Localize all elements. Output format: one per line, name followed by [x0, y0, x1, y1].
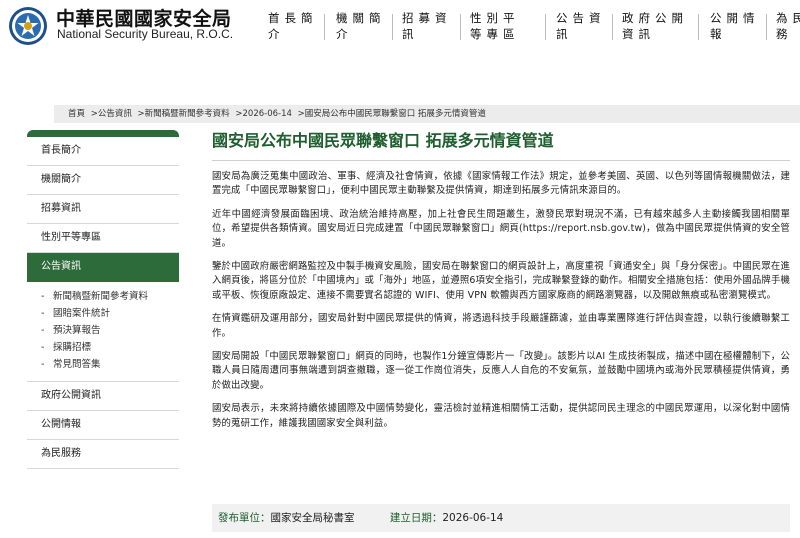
site-subtitle: National Security Bureau, R.O.C. [57, 27, 234, 41]
sidebar-subitem-label: 新聞稿暨新聞參考資料 [53, 291, 149, 302]
date-value: 2026-06-14 [442, 512, 504, 524]
sidebar-subitem-label: 國賠案件統計 [53, 308, 111, 319]
breadcrumb-home[interactable]: 首頁 [68, 109, 85, 119]
date-label: 建立日期： [389, 512, 443, 524]
nav-divider [766, 14, 767, 40]
sidebar-item-government-info[interactable]: 政府公開資訊 [27, 382, 179, 411]
nav-divider [545, 14, 546, 40]
sidebar-submenu: - 新聞稿暨新聞參考資料 - 國賠案件統計 - 預決算報告 - 採購招標 - 常… [27, 282, 179, 382]
sidebar-item-director[interactable]: 首長簡介 [27, 137, 179, 166]
breadcrumb-announcements[interactable]: >公告資訊 [91, 109, 132, 119]
sidebar-item-gender-equality[interactable]: 性別平等專區 [27, 224, 179, 253]
sidebar-subitem-label: 預決算報告 [53, 325, 101, 336]
sidebar-subitem-faq[interactable]: - 常見問答集 [41, 358, 179, 372]
article-paragraph: 國安局為廣泛蒐集中國政治、軍事、經濟及社會情資，依據《國家情報工作法》規定，並參… [212, 171, 790, 197]
sidebar: 首長簡介 機關簡介 招募資訊 性別平等專區 公告資訊 - 新聞稿暨新聞參考資料 … [27, 130, 179, 469]
nav-agency[interactable]: 機關簡介 [336, 10, 396, 42]
breadcrumb-press-releases[interactable]: >新聞稿暨新聞參考資料 [138, 109, 230, 119]
nav-divider [324, 14, 325, 40]
nav-public-intelligence[interactable]: 公開情報 [710, 10, 770, 42]
article-meta: 發布單位：國家安全局秘書室 建立日期：2026-06-14 [212, 504, 790, 532]
nav-recruitment[interactable]: 招募資訊 [402, 10, 462, 42]
nav-divider [698, 14, 699, 40]
sidebar-item-recruitment[interactable]: 招募資訊 [27, 195, 179, 224]
nav-public-service[interactable]: 為民服務 [776, 10, 800, 42]
sidebar-subitem-compensation-stats[interactable]: - 國賠案件統計 [41, 307, 179, 321]
nav-director[interactable]: 首長簡介 [268, 10, 328, 42]
site-header: 中華民國國家安全局 National Security Bureau, R.O.… [0, 0, 800, 50]
page-title: 國安局公布中國民眾聯繫窗口 拓展多元情資管道 [212, 131, 554, 150]
sidebar-top-bar [27, 130, 179, 137]
publisher-value: 國家安全局秘書室 [270, 512, 355, 524]
list-dash: - [41, 359, 45, 370]
article: 國安局公布中國民眾聯繫窗口 拓展多元情資管道 國安局為廣泛蒐集中國政治、軍事、經… [212, 130, 800, 532]
nsb-emblem-icon[interactable] [8, 6, 48, 46]
breadcrumb-current: >國安局公布中國民眾聯繫窗口 拓展多元情資管道 [297, 109, 486, 119]
sidebar-subitem-label: 採購招標 [53, 342, 92, 353]
publisher-label: 發布單位： [218, 512, 271, 524]
article-paragraph: 鑒於中國政府嚴密網路監控及中製手機資安風險，國安局在聯繫窗口的網頁設計上，高度重… [212, 261, 790, 301]
breadcrumb: 首頁 >公告資訊 >新聞稿暨新聞參考資料 >2026-06-14 >國安局公布中… [54, 105, 800, 123]
sidebar-subitem-budget-report[interactable]: - 預決算報告 [41, 324, 179, 338]
sidebar-subitem-press-releases[interactable]: - 新聞稿暨新聞參考資料 [41, 290, 179, 304]
article-body: 國安局為廣泛蒐集中國政治、軍事、經濟及社會情資，依據《國家情報工作法》規定，並參… [212, 170, 790, 440]
nav-government-info[interactable]: 政府公開資訊 [622, 10, 702, 42]
article-paragraph: 在情資鑑研及運用部分，國安局針對中國民眾提供的情資，將透過科技手段嚴謹篩濾，並由… [212, 313, 790, 339]
nav-gender-equality[interactable]: 性別平等專區 [470, 10, 530, 42]
sidebar-item-agency[interactable]: 機關簡介 [27, 166, 179, 195]
list-dash: - [41, 308, 45, 319]
article-paragraph: 近年中國經濟發展面臨困境、政治統治維持高壓，加上社會民生問題叢生，激發民眾對現況… [212, 208, 790, 249]
list-dash: - [41, 342, 45, 353]
article-paragraph: 國安局表示，未來將持續依據國際及中國情勢變化，靈活檢討並精進相關情工活動，提供認… [212, 403, 790, 429]
sidebar-item-public-intelligence[interactable]: 公開情報 [27, 411, 179, 440]
nav-divider [460, 14, 461, 40]
article-paragraph: 國安局開設「中國民眾聯繫窗口」網頁的同時，也製作1分鐘宣傳影片一「改變」。該影片… [212, 351, 790, 391]
nav-divider [392, 14, 393, 40]
list-dash: - [41, 325, 45, 336]
nav-announcements[interactable]: 公告資訊 [556, 10, 616, 42]
list-dash: - [41, 291, 45, 302]
sidebar-item-public-service[interactable]: 為民服務 [27, 440, 179, 469]
sidebar-subitem-label: 常見問答集 [53, 359, 101, 370]
sidebar-item-announcements[interactable]: 公告資訊 [27, 253, 179, 282]
sidebar-subitem-procurement[interactable]: - 採購招標 [41, 341, 179, 355]
nav-divider [612, 14, 613, 40]
breadcrumb-date[interactable]: >2026-06-14 [235, 109, 292, 119]
title-divider [212, 160, 790, 161]
